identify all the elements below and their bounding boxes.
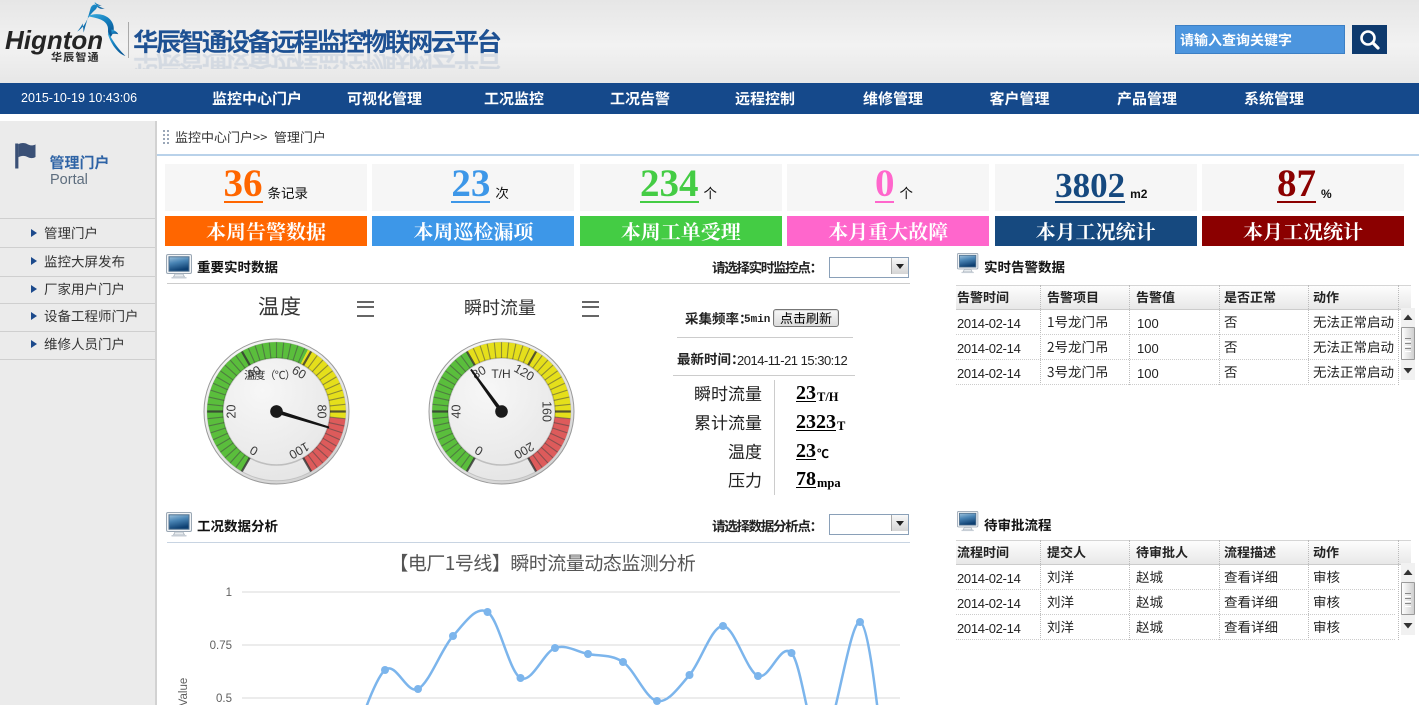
svg-text:0.75: 0.75 — [210, 640, 232, 652]
svg-text:0.5: 0.5 — [216, 693, 232, 705]
svg-text:Value: Value — [178, 678, 190, 705]
svg-text:1: 1 — [226, 587, 232, 599]
